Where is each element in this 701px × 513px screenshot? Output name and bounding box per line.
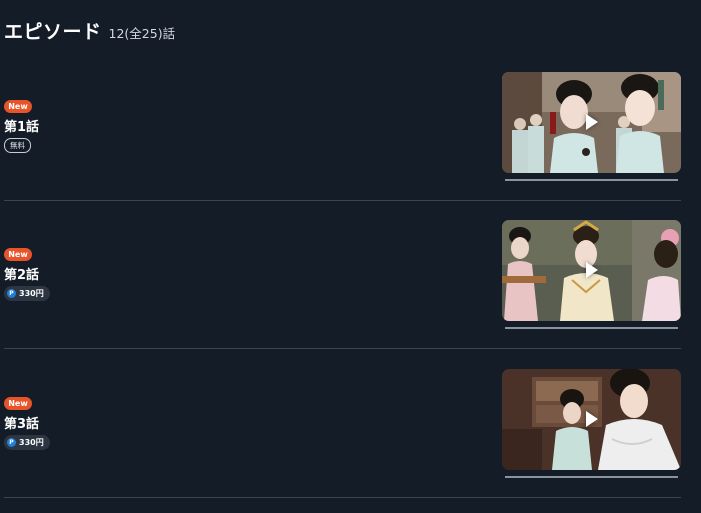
episode-count: 12(全25)話 [108, 26, 176, 41]
price-label: 330円 [19, 289, 44, 298]
episode-title[interactable]: 第3話 [4, 413, 39, 432]
episode-thumbnail[interactable] [502, 72, 681, 173]
point-icon: P [7, 438, 16, 447]
play-icon[interactable] [586, 411, 598, 427]
watch-progress-bar [505, 476, 678, 478]
episode-divider [4, 497, 681, 498]
free-badge: 無料 [4, 138, 31, 153]
episode-title[interactable]: 第2話 [4, 264, 39, 283]
episode-divider [4, 200, 681, 201]
point-icon: P [7, 289, 16, 298]
play-icon[interactable] [586, 262, 598, 278]
episode-row-3[interactable]: New 第3話 P 330円 [0, 369, 701, 513]
page-title: エピソード [4, 21, 102, 43]
price-badge: P 330円 [4, 435, 50, 450]
watch-progress-bar [505, 179, 678, 181]
price-badge: P 330円 [4, 286, 50, 301]
episode-thumbnail[interactable] [502, 220, 681, 321]
episode-row-2[interactable]: New 第2話 P 330円 [0, 220, 701, 368]
watch-progress-bar [505, 327, 678, 329]
episode-header: エピソード 12(全25)話 [4, 17, 175, 44]
episode-list-page: エピソード 12(全25)話 New 第1話 無料 New 第2話 P 330円… [0, 0, 701, 513]
new-badge: New [4, 100, 32, 113]
new-badge: New [4, 397, 32, 410]
new-badge: New [4, 248, 32, 261]
episode-thumbnail[interactable] [502, 369, 681, 470]
play-icon[interactable] [586, 114, 598, 130]
episode-title[interactable]: 第1話 [4, 116, 39, 135]
episode-divider [4, 348, 681, 349]
episode-row-1[interactable]: New 第1話 無料 [0, 72, 701, 220]
price-label: 330円 [19, 438, 44, 447]
